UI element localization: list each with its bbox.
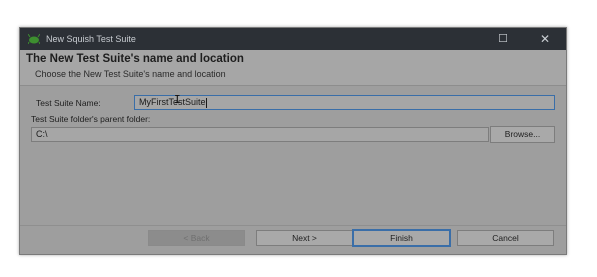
window-title: New Squish Test Suite xyxy=(46,34,136,44)
close-icon[interactable]: ✕ xyxy=(536,31,554,47)
page-title: The New Test Suite's name and location xyxy=(26,53,244,65)
new-test-suite-dialog: New Squish Test Suite ☐ ✕ The New Test S… xyxy=(19,27,567,255)
parent-folder-label: Test Suite folder's parent folder: xyxy=(31,114,151,124)
title-bar[interactable]: New Squish Test Suite ☐ ✕ xyxy=(20,28,566,50)
suite-name-label: Test Suite Name: xyxy=(36,98,101,108)
squish-app-icon xyxy=(28,34,40,44)
suite-name-value: MyFirstTestSuite xyxy=(139,97,206,107)
wizard-banner: The New Test Suite's name and location C… xyxy=(20,50,566,86)
form-area: Test Suite Name: MyFirstTestSuite I Test… xyxy=(20,86,566,226)
ibeam-cursor-icon: I xyxy=(174,93,181,106)
page-description: Choose the New Test Suite's name and loc… xyxy=(35,69,226,79)
screen: New Squish Test Suite ☐ ✕ The New Test S… xyxy=(0,0,597,277)
suite-name-input[interactable]: MyFirstTestSuite xyxy=(134,95,555,110)
back-button: < Back xyxy=(148,230,245,246)
finish-button[interactable]: Finish xyxy=(352,229,451,247)
text-caret xyxy=(205,97,207,108)
wizard-button-bar: < Back Next > Finish Cancel xyxy=(20,225,566,254)
browse-button[interactable]: Browse... xyxy=(490,126,555,143)
cancel-button[interactable]: Cancel xyxy=(457,230,554,246)
parent-folder-input[interactable]: C:\ xyxy=(31,127,489,142)
next-button[interactable]: Next > xyxy=(256,230,353,246)
maximize-icon[interactable]: ☐ xyxy=(494,31,512,47)
